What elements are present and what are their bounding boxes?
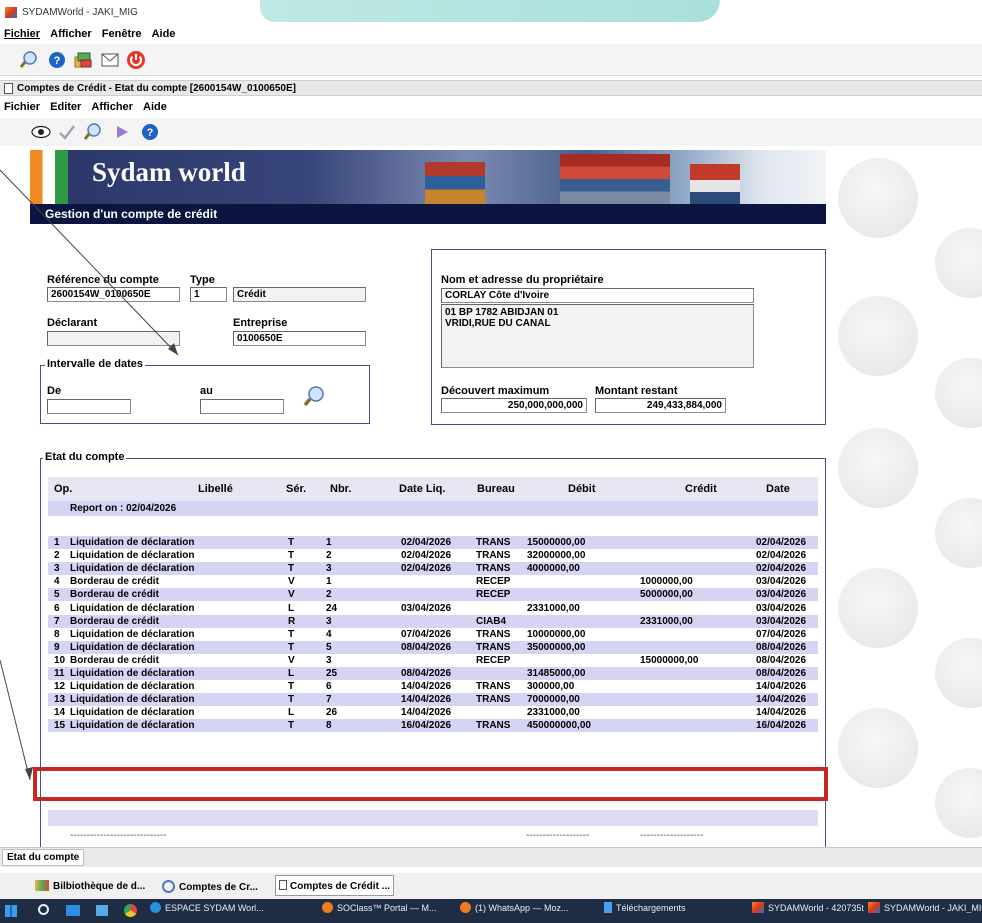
store-icon[interactable] <box>96 905 108 916</box>
browser-icon <box>150 902 161 913</box>
taskbar-item-whatsapp-label: (1) WhatsApp — Moz... <box>475 903 569 913</box>
library-icon <box>35 880 49 891</box>
search-icon[interactable] <box>38 904 49 915</box>
taskbar-item-telechargements-label: Téléchargements <box>616 903 686 913</box>
taskbar-item-sydam-jaki-label: SYDAMWorld - JAKI_MIG <box>884 903 982 913</box>
taskbar-item-sydam-420735-label: SYDAMWorld - 420735t <box>768 903 864 913</box>
taskview-icon[interactable] <box>66 905 80 916</box>
taskbar-item-telechargements[interactable]: Téléchargements <box>604 902 686 913</box>
sydam-logo-icon <box>868 902 880 913</box>
sydam-logo-icon <box>752 902 764 913</box>
chrome-icon[interactable] <box>124 904 137 917</box>
download-icon <box>604 902 612 913</box>
mdi-tab-bibliotheque-label: Bilbiothèque de d... <box>53 881 146 892</box>
search-icon <box>162 880 175 893</box>
mdi-tab-comptes-1-label: Comptes de Cr... <box>179 882 258 893</box>
annotation-arrows <box>0 169 179 781</box>
document-icon <box>279 880 287 890</box>
taskbar-item-whatsapp[interactable]: (1) WhatsApp — Moz... <box>460 902 569 913</box>
taskbar-item-espace[interactable]: ESPACE SYDAM Worl... <box>150 902 264 913</box>
firefox-icon <box>322 902 333 913</box>
taskbar-item-soclass-label: SOClass™ Portal — M... <box>337 903 437 913</box>
taskbar-item-sydam-420735[interactable]: SYDAMWorld - 420735t <box>752 902 864 913</box>
mdi-tab-comptes-2[interactable]: Comptes de Crédit ... <box>275 875 395 896</box>
mdi-tab-bibliotheque[interactable]: Bilbiothèque de d... <box>35 877 145 895</box>
taskbar-item-espace-label: ESPACE SYDAM Worl... <box>165 903 264 913</box>
taskbar-item-soclass[interactable]: SOClass™ Portal — M... <box>322 902 437 913</box>
mdi-tab-comptes-1[interactable]: Comptes de Cr... <box>162 877 258 895</box>
firefox-icon <box>460 902 471 913</box>
mdi-tab-comptes-2-label: Comptes de Crédit ... <box>290 881 391 892</box>
status-tab-etat[interactable]: Etat du compte <box>2 849 85 866</box>
windows-start-icon[interactable] <box>5 905 17 917</box>
mdi-tabs-bar: Bilbiothèque de d... Comptes de Cr... Co… <box>0 873 982 899</box>
status-bar: Etat du compte <box>0 847 982 867</box>
taskbar-item-sydam-jaki[interactable]: SYDAMWorld - JAKI_MIG <box>868 902 982 913</box>
